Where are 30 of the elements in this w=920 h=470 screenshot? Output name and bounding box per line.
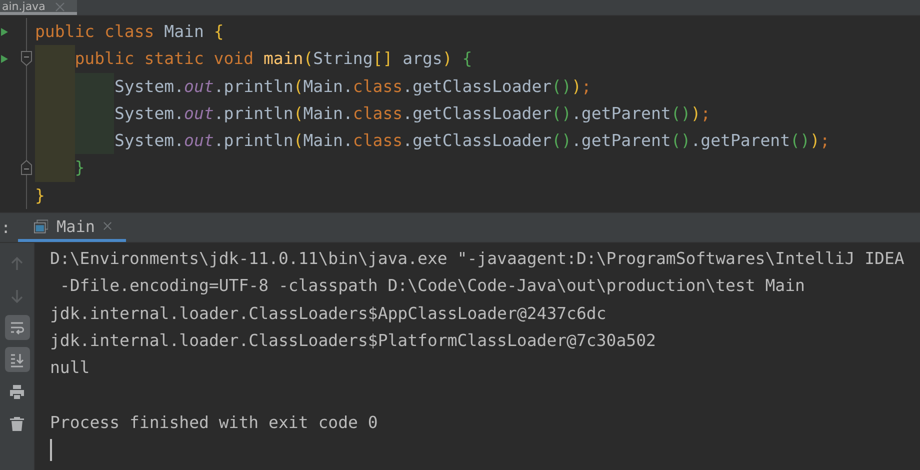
run-icon[interactable] bbox=[1, 28, 8, 36]
trash-icon bbox=[9, 416, 25, 432]
wrap-button[interactable] bbox=[4, 315, 30, 340]
console-line: Process finished with exit code 0 bbox=[50, 412, 378, 434]
console-line: null bbox=[50, 357, 90, 380]
run-tab[interactable]: Main bbox=[18, 213, 126, 242]
file-tab[interactable]: ain.java bbox=[0, 0, 78, 15]
scroll-to-end-icon bbox=[9, 352, 25, 368]
console-line: jdk.internal.loader.ClassLoaders$AppClassLoader@2437c6dc bbox=[50, 302, 606, 325]
run-icon[interactable] bbox=[1, 55, 8, 64]
fold-icon[interactable] bbox=[21, 160, 32, 176]
fold-icon[interactable] bbox=[21, 51, 32, 66]
console-line: D:\Environments\jdk-11.0.11\bin\java.exe "-javaagent:D:\ProgramSoftwares\IntelliJ IDEA bbox=[50, 248, 904, 270]
code-line: } bbox=[35, 184, 45, 207]
console-line: jdk.internal.loader.ClassLoaders$PlatformClassLoader@7c30a502 bbox=[50, 330, 656, 352]
code-line: System.out.println(Main.class.getClassLoader().getParent().getParent()); bbox=[114, 130, 830, 152]
code-line: public class Main { bbox=[35, 21, 224, 43]
wrap-icon bbox=[9, 320, 25, 336]
code-line: } bbox=[74, 157, 85, 180]
code-line: public static void main(String[] args) { bbox=[74, 48, 472, 70]
up-arrow-icon bbox=[9, 256, 25, 272]
down-arrow-icon bbox=[9, 288, 25, 304]
code-line: System.out.println(Main.class.getClassLoader().getParent()); bbox=[114, 102, 711, 125]
close-icon[interactable] bbox=[102, 221, 112, 231]
console-icon bbox=[34, 218, 48, 234]
console-line: -Dfile.encoding=UTF-8 -classpath D:\Code\Code-Java\out\production\test Main bbox=[60, 275, 805, 298]
code-line: System.out.println(Main.class.getClassLoader()); bbox=[114, 76, 592, 98]
scroll-to-end-button[interactable] bbox=[4, 347, 30, 372]
printer-icon bbox=[9, 384, 25, 400]
panel-label: : bbox=[1, 218, 11, 237]
